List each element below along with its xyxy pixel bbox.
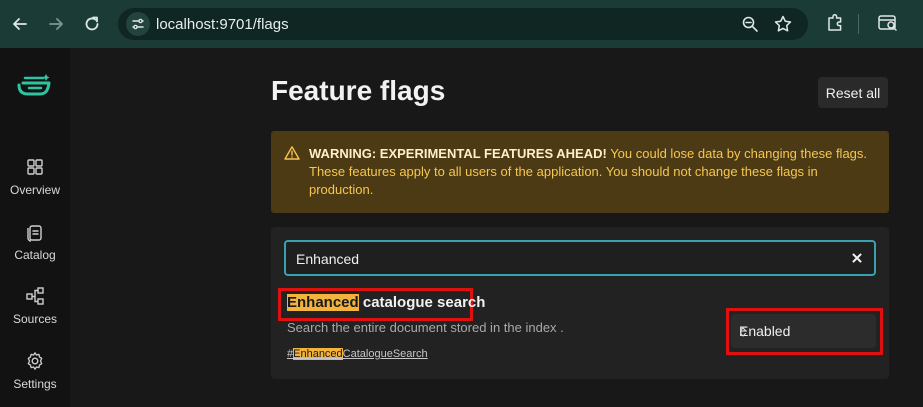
browser-toolbar: localhost:9701/flags — [0, 0, 923, 48]
sidebar-item-overview[interactable]: Overview — [0, 157, 70, 207]
bookmark-star-icon[interactable] — [773, 14, 793, 39]
sidebar-item-label: Overview — [9, 183, 60, 197]
flag-state-select[interactable]: Enabled — [731, 314, 876, 348]
back-icon[interactable] — [8, 12, 32, 36]
site-info-icon[interactable] — [126, 12, 150, 36]
flag-description: Search the entire document stored in the… — [287, 320, 564, 335]
main-content: Feature flags Reset all WARNING: EXPERIM… — [70, 48, 923, 407]
side-panel-icon[interactable] — [876, 12, 900, 39]
warning-icon — [284, 145, 300, 166]
sources-icon — [26, 287, 44, 305]
app-sidebar: Overview Catalog Sources Settings — [0, 48, 70, 407]
app-logo-icon[interactable] — [13, 71, 53, 108]
reload-icon[interactable] — [80, 12, 104, 36]
sidebar-item-catalog[interactable]: Catalog — [0, 222, 70, 272]
flag-anchor-link[interactable]: #EnhancedCatalogueSearch — [287, 348, 428, 360]
search-match-highlight: Enhanced — [293, 348, 343, 360]
sidebar-item-label: Sources — [12, 312, 58, 326]
sidebar-item-label: Catalog — [14, 248, 56, 262]
toolbar-divider — [858, 14, 859, 34]
gear-icon — [27, 352, 43, 370]
sidebar-item-settings[interactable]: Settings — [0, 351, 70, 401]
search-input[interactable] — [296, 249, 836, 269]
forward-icon[interactable] — [44, 12, 68, 36]
page-title: Feature flags — [271, 75, 446, 106]
grid-icon — [27, 159, 43, 175]
sidebar-item-sources[interactable]: Sources — [0, 286, 70, 336]
flag-title-rest: catalogue search — [358, 294, 486, 311]
warning-text: WARNING: EXPERIMENTAL FEATURES AHEAD! Yo… — [309, 145, 869, 199]
flags-panel: Enhanced catalogue search Search the ent… — [271, 227, 889, 379]
warning-banner: WARNING: EXPERIMENTAL FEATURES AHEAD! Yo… — [271, 131, 889, 213]
sidebar-item-label: Settings — [13, 377, 57, 391]
flag-title: Enhanced catalogue search — [287, 294, 485, 311]
warning-heading: WARNING: EXPERIMENTAL FEATURES AHEAD! — [309, 146, 607, 161]
address-bar[interactable]: localhost:9701/flags — [118, 8, 808, 40]
zoom-icon[interactable] — [741, 15, 759, 38]
flag-link-rest: CatalogueSearch — [342, 348, 428, 360]
extensions-icon[interactable] — [824, 12, 846, 39]
search-match-highlight: Enhanced — [287, 294, 359, 311]
catalog-icon — [27, 225, 42, 242]
reset-all-button[interactable]: Reset all — [818, 77, 888, 108]
clear-search-icon[interactable] — [850, 251, 864, 265]
url-text[interactable]: localhost:9701/flags — [156, 16, 289, 33]
flag-search-field[interactable] — [284, 240, 876, 276]
updown-chevron-icon — [739, 325, 868, 341]
